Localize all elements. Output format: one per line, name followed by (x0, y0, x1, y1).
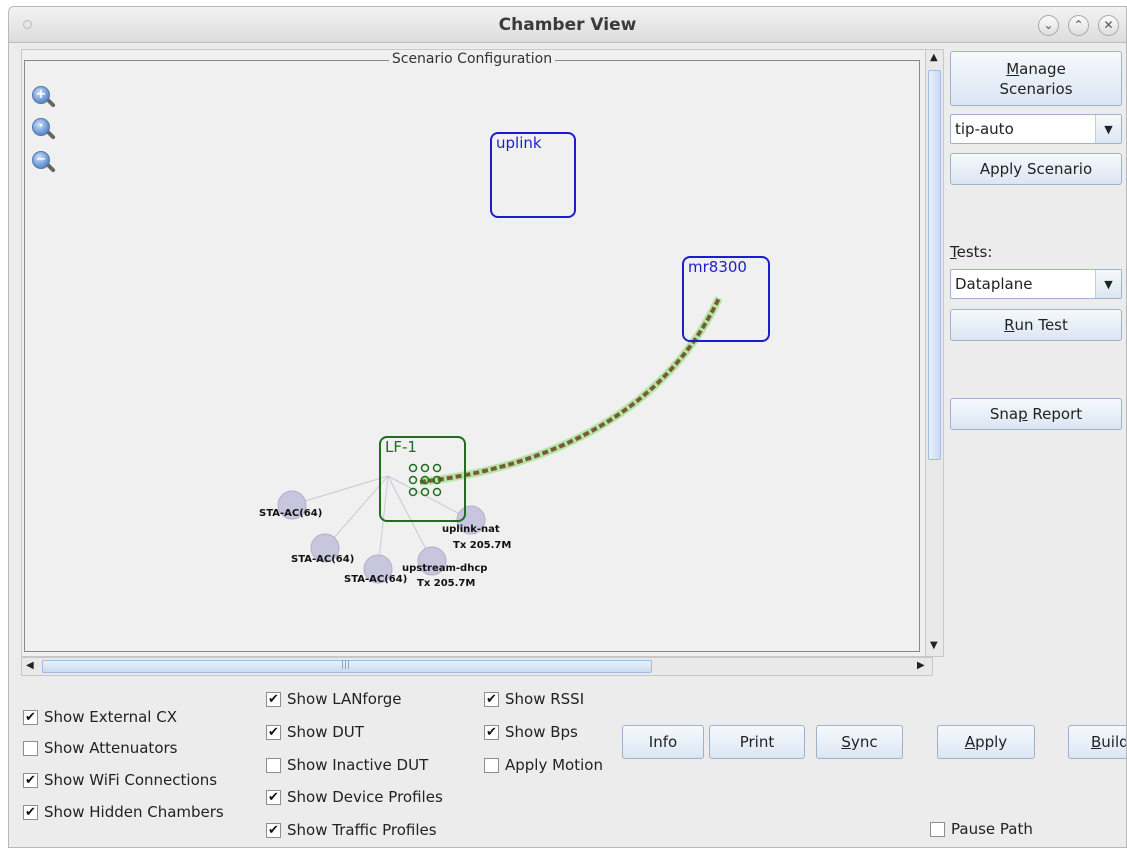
show-bps-checkbox[interactable]: ✔ Show Bps (484, 722, 578, 742)
show-wifi-connections-checkbox[interactable]: ✔ Show WiFi Connections (23, 770, 217, 790)
minimize-button[interactable]: ⌄ (1038, 15, 1059, 36)
upstream-dhcp-label: upstream-dhcp (402, 563, 488, 574)
horizontal-scroll-thumb[interactable]: ||| (42, 660, 652, 673)
pause-path-checkbox[interactable]: Pause Path (930, 819, 1033, 839)
station-label: STA-AC(64) (344, 574, 408, 585)
checkbox-unchecked (23, 740, 38, 756)
upstream-dhcp-tx: Tx 205.7M (417, 578, 476, 589)
scroll-grip: ||| (341, 660, 351, 670)
show-lanforge-checkbox[interactable]: ✔ Show LANforge (266, 689, 402, 709)
scroll-left-arrow[interactable]: ◀ (26, 660, 34, 671)
lanforge-node-lf1[interactable]: LF-1 (379, 436, 466, 522)
apply-motion-checkbox[interactable]: Apply Motion (484, 755, 603, 775)
show-device-profiles-checkbox[interactable]: ✔ Show Device Profiles (266, 787, 443, 807)
node-label: mr8300 (688, 258, 747, 276)
scenario-select[interactable]: tip-auto ▼ (950, 114, 1122, 144)
checkbox-checked: ✔ (266, 724, 281, 740)
checkbox-checked: ✔ (484, 691, 499, 707)
checkbox-checked: ✔ (23, 804, 38, 820)
station-label: STA-AC(64) (259, 508, 323, 519)
uplink-nat-tx: Tx 205.7M (453, 540, 512, 551)
scenario-canvas[interactable]: Scenario Configuration + · − uplink mr83… (21, 49, 933, 657)
show-external-cx-checkbox[interactable]: ✔ Show External CX (23, 707, 177, 727)
tests-label: Tests: (950, 243, 993, 261)
node-label: LF-1 (385, 438, 417, 456)
apply-scenario-button[interactable]: Apply Scenario (950, 153, 1122, 185)
window-title: Chamber View (498, 15, 637, 35)
run-test-button[interactable]: Run Test (950, 309, 1122, 341)
print-button[interactable]: Print (709, 725, 805, 759)
checkbox-unchecked (930, 821, 945, 837)
apply-button[interactable]: Apply (937, 725, 1035, 759)
build-button[interactable]: Build (1068, 725, 1126, 759)
checkbox-unchecked (266, 757, 281, 773)
info-button[interactable]: Info (622, 725, 704, 759)
uplink-nat-label: uplink-nat (442, 524, 500, 535)
radio-ports-icon (408, 463, 442, 497)
show-dut-checkbox[interactable]: ✔ Show DUT (266, 722, 364, 742)
checkbox-checked: ✔ (266, 822, 281, 838)
scroll-right-arrow[interactable]: ▶ (917, 660, 925, 671)
tests-select[interactable]: Dataplane ▼ (950, 269, 1122, 299)
snap-report-button[interactable]: Sna p Report (950, 398, 1122, 430)
scroll-up-arrow[interactable]: ▲ (930, 52, 938, 63)
checkbox-checked: ✔ (266, 789, 281, 805)
dut-node-uplink[interactable]: uplink (490, 132, 576, 218)
station-link (291, 475, 389, 506)
horizontal-scrollbar[interactable]: ◀ ||| ▶ (21, 657, 933, 676)
checkbox-unchecked (484, 757, 499, 773)
checkbox-checked: ✔ (484, 724, 499, 740)
show-attenuators-checkbox[interactable]: Show Attenuators (23, 738, 177, 758)
close-button[interactable]: ✕ (1098, 15, 1119, 36)
vertical-scrollbar[interactable]: ▲ ▼ (925, 49, 944, 657)
checkbox-checked: ✔ (23, 709, 38, 725)
dut-node-mr8300[interactable]: mr8300 (682, 256, 770, 342)
node-label: uplink (496, 134, 542, 152)
show-hidden-chambers-checkbox[interactable]: ✔ Show Hidden Chambers (23, 802, 224, 822)
manage-scenarios-button[interactable]: Manage Scenarios (950, 51, 1122, 106)
show-rssi-checkbox[interactable]: ✔ Show RSSI (484, 689, 584, 709)
vertical-scroll-thumb[interactable] (928, 70, 941, 460)
chamber-view-window: Chamber View ⌄ ⌃ ✕ Scenario Configuratio… (8, 6, 1127, 848)
checkbox-checked: ✔ (23, 772, 38, 788)
scroll-down-arrow[interactable]: ▼ (930, 640, 938, 651)
chevron-down-icon[interactable]: ▼ (1095, 270, 1121, 298)
checkbox-checked: ✔ (266, 691, 281, 707)
show-inactive-dut-checkbox[interactable]: Show Inactive DUT (266, 755, 428, 775)
station-label: STA-AC(64) (291, 554, 355, 565)
title-bar: Chamber View ⌄ ⌃ ✕ (9, 7, 1126, 43)
maximize-button[interactable]: ⌃ (1068, 15, 1089, 36)
chevron-down-icon[interactable]: ▼ (1095, 115, 1121, 143)
show-traffic-profiles-checkbox[interactable]: ✔ Show Traffic Profiles (266, 820, 437, 840)
sync-button[interactable]: Sync (816, 725, 903, 759)
